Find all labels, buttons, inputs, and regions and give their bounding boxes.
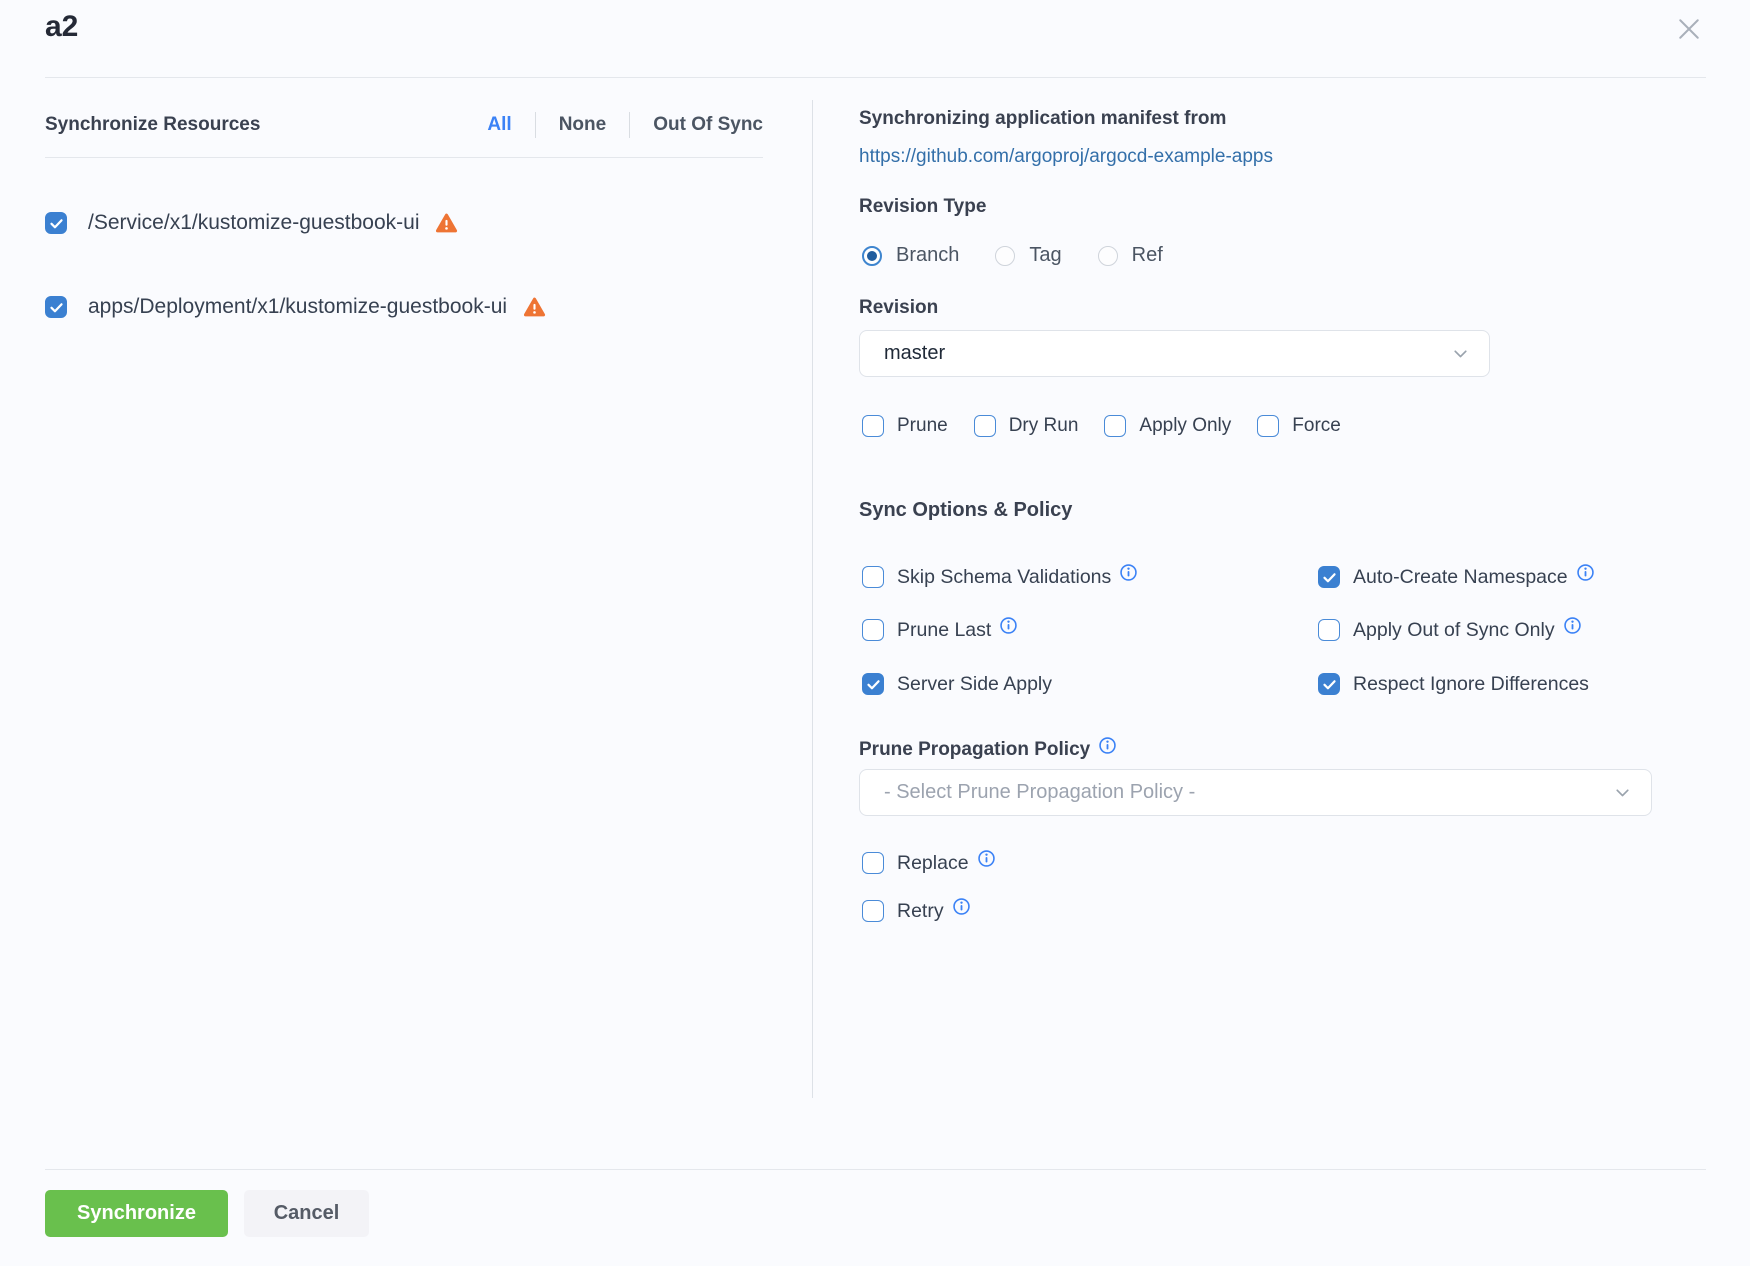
- prune-propagation-policy-value: - Select Prune Propagation Policy -: [884, 781, 1612, 804]
- dialog-title: a2: [45, 10, 78, 44]
- revision-select[interactable]: master: [859, 330, 1490, 377]
- option-prune-last: Prune Last: [862, 618, 1017, 642]
- option-replace: Replace: [862, 851, 995, 875]
- force-checkbox[interactable]: [1257, 415, 1279, 437]
- footer-divider: [45, 1169, 1706, 1170]
- radio-group-tag: Tag: [995, 244, 1061, 267]
- resource-label: apps/Deployment/x1/kustomize-guestbook-u…: [88, 295, 507, 319]
- info-icon[interactable]: [1564, 617, 1581, 634]
- radio-group-branch: Branch: [862, 244, 959, 267]
- retry-label: Retry: [897, 900, 944, 923]
- apply-out-of-sync-only-label: Apply Out of Sync Only: [1353, 619, 1555, 642]
- flag-apply-only: Apply Only: [1104, 415, 1231, 437]
- revision-type-label: Revision Type: [859, 196, 986, 218]
- branch-radio-label: Branch: [896, 244, 959, 267]
- replace-checkbox[interactable]: [862, 852, 884, 874]
- revision-label: Revision: [859, 297, 938, 319]
- resource-checkbox[interactable]: [45, 212, 67, 234]
- close-button[interactable]: [1672, 12, 1706, 46]
- warning-icon: [434, 212, 459, 235]
- chevron-down-icon: [1450, 343, 1471, 364]
- close-icon: [1674, 14, 1704, 44]
- branch-radio[interactable]: [862, 246, 882, 266]
- force-label: Force: [1292, 415, 1341, 437]
- prune-propagation-policy-row: Prune Propagation Policy: [859, 738, 1116, 762]
- option-server-side-apply: Server Side Apply: [862, 672, 1052, 696]
- checkmark-icon: [1322, 570, 1337, 585]
- tab-all[interactable]: All: [487, 114, 511, 136]
- checkmark-icon: [1322, 677, 1337, 692]
- resource-filter-tabs: All None Out Of Sync: [487, 112, 763, 138]
- warning-icon: [522, 296, 547, 319]
- header-divider: [45, 77, 1706, 78]
- resource-label: /Service/x1/kustomize-guestbook-ui: [88, 211, 419, 235]
- chevron-down-icon: [1612, 782, 1633, 803]
- dry-run-label: Dry Run: [1009, 415, 1079, 437]
- option-respect-ignore-differences: Respect Ignore Differences: [1318, 672, 1589, 696]
- apply-only-checkbox[interactable]: [1104, 415, 1126, 437]
- flag-dry-run: Dry Run: [974, 415, 1079, 437]
- prune-last-label: Prune Last: [897, 619, 991, 642]
- flag-prune: Prune: [862, 415, 948, 437]
- server-side-apply-checkbox[interactable]: [862, 673, 884, 695]
- auto-create-namespace-label: Auto-Create Namespace: [1353, 566, 1568, 589]
- info-icon[interactable]: [1577, 564, 1594, 581]
- checkmark-icon: [49, 300, 64, 315]
- resources-header: Synchronize Resources All None Out Of Sy…: [45, 112, 763, 158]
- panel-divider: [812, 100, 813, 1098]
- info-icon[interactable]: [1099, 737, 1116, 754]
- apply-only-label: Apply Only: [1139, 415, 1231, 437]
- info-icon[interactable]: [978, 850, 995, 867]
- tag-radio-label: Tag: [1029, 244, 1061, 267]
- sync-flags-row: Prune Dry Run Apply Only Force: [862, 415, 1367, 437]
- revision-type-options: Branch Tag Ref: [862, 244, 1199, 267]
- cancel-button[interactable]: Cancel: [244, 1190, 369, 1237]
- prune-checkbox[interactable]: [862, 415, 884, 437]
- option-apply-out-of-sync-only: Apply Out of Sync Only: [1318, 618, 1581, 642]
- prune-last-checkbox[interactable]: [862, 619, 884, 641]
- tab-none[interactable]: None: [559, 114, 607, 136]
- sync-dialog: a2 Synchronize Resources All None Out Of…: [0, 0, 1750, 1266]
- checkmark-icon: [49, 216, 64, 231]
- manifest-heading: Synchronizing application manifest from: [859, 108, 1226, 130]
- ref-radio-label: Ref: [1132, 244, 1163, 267]
- dry-run-checkbox[interactable]: [974, 415, 996, 437]
- respect-ignore-differences-label: Respect Ignore Differences: [1353, 673, 1589, 696]
- tab-out-of-sync[interactable]: Out Of Sync: [653, 114, 763, 136]
- prune-propagation-policy-select[interactable]: - Select Prune Propagation Policy -: [859, 769, 1652, 816]
- retry-checkbox[interactable]: [862, 900, 884, 922]
- prune-label: Prune: [897, 415, 948, 437]
- radio-group-ref: Ref: [1098, 244, 1163, 267]
- synchronize-button[interactable]: Synchronize: [45, 1190, 228, 1237]
- manifest-url-link[interactable]: https://github.com/argoproj/argocd-examp…: [859, 146, 1273, 168]
- skip-schema-validations-label: Skip Schema Validations: [897, 566, 1111, 589]
- tab-separator: [629, 112, 630, 138]
- info-icon[interactable]: [1120, 564, 1137, 581]
- sync-options-heading: Sync Options & Policy: [859, 499, 1072, 522]
- respect-ignore-differences-checkbox[interactable]: [1318, 673, 1340, 695]
- auto-create-namespace-checkbox[interactable]: [1318, 566, 1340, 588]
- resource-row: apps/Deployment/x1/kustomize-guestbook-u…: [45, 293, 547, 321]
- info-icon[interactable]: [1000, 617, 1017, 634]
- flag-force: Force: [1257, 415, 1341, 437]
- resources-title: Synchronize Resources: [45, 114, 260, 136]
- tag-radio[interactable]: [995, 246, 1015, 266]
- option-auto-create-namespace: Auto-Create Namespace: [1318, 565, 1594, 589]
- resource-checkbox[interactable]: [45, 296, 67, 318]
- server-side-apply-label: Server Side Apply: [897, 673, 1052, 696]
- prune-propagation-policy-label: Prune Propagation Policy: [859, 739, 1090, 761]
- ref-radio[interactable]: [1098, 246, 1118, 266]
- apply-out-of-sync-only-checkbox[interactable]: [1318, 619, 1340, 641]
- skip-schema-validations-checkbox[interactable]: [862, 566, 884, 588]
- revision-select-value: master: [884, 342, 1450, 365]
- option-skip-schema-validations: Skip Schema Validations: [862, 565, 1137, 589]
- checkmark-icon: [866, 677, 881, 692]
- option-retry: Retry: [862, 899, 970, 923]
- resource-row: /Service/x1/kustomize-guestbook-ui: [45, 209, 459, 237]
- info-icon[interactable]: [953, 898, 970, 915]
- tab-separator: [535, 112, 536, 138]
- replace-label: Replace: [897, 852, 969, 875]
